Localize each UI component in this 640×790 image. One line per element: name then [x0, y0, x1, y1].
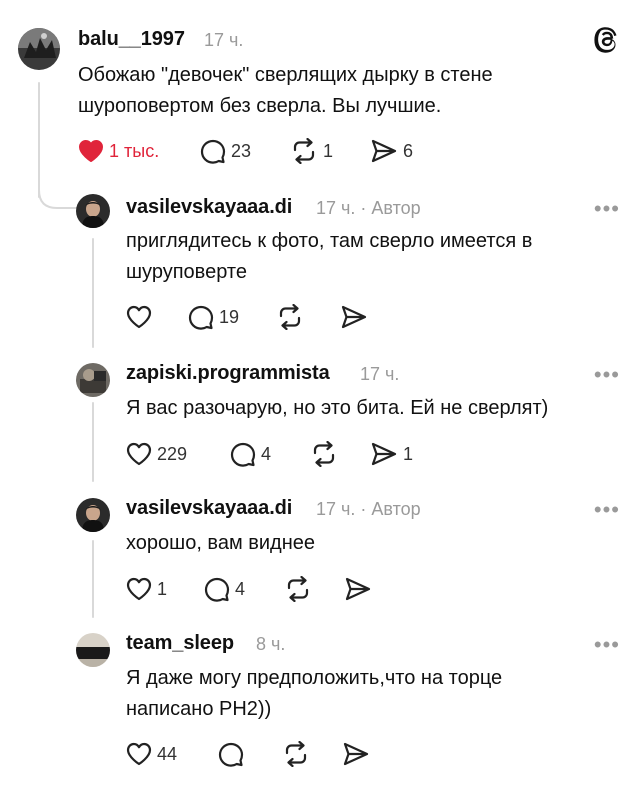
repost-icon — [293, 138, 315, 164]
more-dots-icon[interactable]: ••• — [594, 634, 620, 656]
repost-button[interactable] — [284, 574, 317, 604]
repost-icon — [279, 304, 301, 330]
reply-text-line: Я вас разочарую, но это бита. Ей не свер… — [126, 397, 549, 419]
avatar[interactable] — [76, 633, 110, 667]
timestamp: 17 ч. · Автор — [316, 499, 421, 520]
heart-icon — [126, 442, 152, 466]
comment-count: 4 — [235, 578, 246, 599]
timestamp: 8 ч. — [256, 634, 286, 654]
like-button[interactable]: 1 — [126, 574, 167, 604]
heart-icon — [126, 577, 152, 601]
repost-button[interactable] — [282, 739, 315, 769]
heart-icon — [126, 305, 152, 329]
repost-count: 1 — [323, 140, 334, 161]
comment-bubble-icon — [200, 139, 226, 164]
like-button[interactable]: 229 — [126, 439, 187, 469]
reply: vasilevskayaaa.di 17 ч. · Автор ••• хоро… — [0, 490, 640, 620]
heart-icon — [126, 742, 152, 766]
repost-icon — [287, 576, 309, 602]
comment-count: 23 — [231, 140, 252, 161]
timestamp-value: 17 ч. — [316, 499, 356, 519]
reply-text: Я даже могу предположить,что на торце на… — [126, 663, 616, 725]
send-icon — [343, 742, 369, 766]
avatar[interactable] — [18, 28, 60, 70]
reply-actions: 229 4 1 — [126, 439, 446, 469]
reply-text: Я вас разочарую, но это бита. Ей не свер… — [126, 393, 626, 424]
comment-button[interactable] — [218, 739, 249, 769]
reply-text-line: шуруповерте — [126, 261, 247, 283]
username[interactable]: team_sleep — [126, 632, 234, 655]
like-count: 44 — [157, 743, 178, 764]
username[interactable]: vasilevskayaaa.di — [126, 196, 292, 219]
comment-bubble-icon — [218, 742, 244, 767]
heart-icon — [79, 140, 103, 162]
root-post: balu__1997 17 ч. Обожаю "девочек" сверля… — [0, 0, 640, 190]
like-button[interactable]: 1 тыс. — [78, 136, 159, 166]
post-text-line: Обожаю "девочек" сверлящих дырку в стене — [78, 64, 493, 86]
send-icon — [371, 139, 397, 163]
timestamp: 17 ч. — [204, 30, 244, 50]
post-actions: 1 тыс. 23 1 6 — [78, 136, 478, 166]
share-button[interactable] — [344, 574, 377, 604]
comment-button[interactable]: 23 — [200, 136, 251, 166]
repost-button[interactable] — [310, 439, 343, 469]
comment-count: 19 — [219, 306, 240, 327]
share-button[interactable]: 1 — [370, 439, 413, 469]
post-text-line: шуроповертом без сверла. Вы лучшие. — [78, 95, 442, 117]
share-count: 1 — [403, 443, 414, 464]
threads-logo-icon[interactable] — [594, 26, 622, 54]
comment-button[interactable]: 4 — [204, 574, 245, 604]
reply-actions: 1 4 — [126, 574, 426, 604]
reply-text: приглядитесь к фото, там сверло имеется … — [126, 226, 616, 288]
share-button[interactable]: 6 — [370, 136, 413, 166]
reply-text-line: написано PH2)) — [126, 698, 272, 720]
reply: vasilevskayaaa.di 17 ч. · Автор ••• приг… — [0, 190, 640, 350]
username[interactable]: vasilevskayaaa.di — [126, 497, 292, 520]
send-icon — [345, 577, 371, 601]
more-dots-icon[interactable]: ••• — [594, 364, 620, 386]
comment-count: 4 — [261, 443, 272, 464]
comment-button[interactable]: 19 — [188, 302, 239, 332]
more-dots-icon[interactable]: ••• — [594, 198, 620, 220]
like-count: 1 тыс. — [109, 140, 160, 161]
reply-text: хорошо, вам виднее — [126, 528, 616, 559]
reply-text-line: приглядитесь к фото, там сверло имеется … — [126, 230, 533, 252]
like-button[interactable] — [126, 302, 157, 332]
more-dots-icon[interactable]: ••• — [594, 499, 620, 521]
avatar[interactable] — [76, 194, 110, 228]
like-count: 229 — [157, 443, 188, 464]
send-icon — [371, 442, 397, 466]
post-text: Обожаю "девочек" сверлящих дырку в стене… — [78, 60, 618, 122]
avatar[interactable] — [76, 363, 110, 397]
comment-bubble-icon — [230, 442, 256, 467]
repost-button[interactable] — [276, 302, 309, 332]
comment-bubble-icon — [188, 305, 214, 330]
reply-actions: 44 — [126, 739, 426, 769]
author-tag: · Автор — [360, 499, 421, 519]
like-button[interactable]: 44 — [126, 739, 177, 769]
avatar[interactable] — [76, 498, 110, 532]
share-count: 6 — [403, 140, 414, 161]
reply-text-line: хорошо, вам виднее — [126, 532, 316, 554]
repost-icon — [313, 441, 335, 467]
repost-button[interactable]: 1 — [290, 136, 333, 166]
timestamp-value: 17 ч. — [316, 198, 356, 218]
share-button[interactable] — [340, 302, 373, 332]
reply-text-line: Я даже могу предположить,что на торце — [126, 667, 503, 689]
author-tag: · Автор — [360, 198, 421, 218]
username[interactable]: balu__1997 — [78, 28, 185, 51]
comment-button[interactable]: 4 — [230, 439, 271, 469]
reply-actions: 19 — [126, 302, 426, 332]
timestamp: 17 ч. · Автор — [316, 198, 421, 219]
like-count: 1 — [157, 578, 168, 599]
username[interactable]: zapiski.programmista — [126, 362, 330, 385]
send-icon — [341, 305, 367, 329]
repost-icon — [285, 741, 307, 767]
comment-bubble-icon — [204, 577, 230, 602]
share-button[interactable] — [342, 739, 375, 769]
reply: zapiski.programmista 17 ч. ••• Я вас раз… — [0, 355, 640, 485]
reply: team_sleep 8 ч. ••• Я даже могу предполо… — [0, 625, 640, 785]
timestamp: 17 ч. — [360, 364, 400, 384]
